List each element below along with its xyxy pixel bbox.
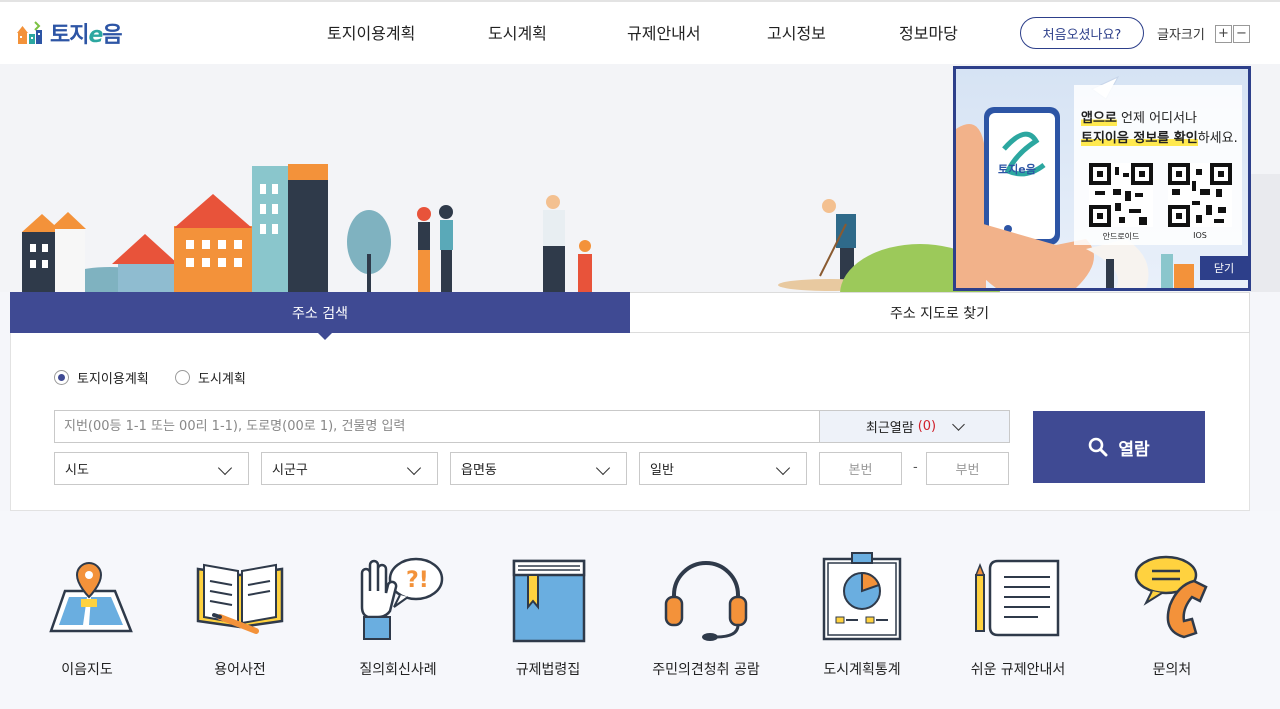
address-search-input[interactable] <box>54 410 820 443</box>
popup-message-line1: 앱으로 언제 어디서나 <box>1081 111 1197 126</box>
recent-views-dropdown[interactable]: 최근열람 (0) <box>819 410 1010 443</box>
open-button-label: 열람 <box>1118 439 1150 460</box>
site-logo[interactable]: 토지e음 <box>16 18 123 48</box>
shortcut-label: 주민의견청취 공람 <box>652 662 760 678</box>
logo-wordmark: 토지e음 <box>50 23 123 48</box>
lot-number-separator: - <box>913 460 918 475</box>
phone-chat-icon <box>1134 555 1208 639</box>
radio-land-use-plan[interactable]: 토지이용계획 <box>54 368 149 387</box>
scroll-pencil-icon <box>974 559 1060 637</box>
select-eupmyeondong[interactable]: 읍면동 <box>450 452 627 485</box>
radio-urban-plan[interactable]: 도시계획 <box>175 368 246 387</box>
shortcut-label: 규제법령집 <box>515 662 581 678</box>
chevron-down-icon <box>217 460 233 476</box>
pie-chart-board-icon <box>822 552 902 641</box>
app-promo-popup: 토지e음 앱으로 언제 어디서나 토지이음 정보를 확인하세요. 안드로이드 I… <box>953 66 1251 291</box>
qr-code-android-icon <box>1089 163 1153 227</box>
law-book-icon <box>512 559 586 643</box>
svg-text:?!: ?! <box>406 568 429 593</box>
raised-hand-question-icon: ?! <box>360 557 444 640</box>
search-icon <box>1089 437 1108 457</box>
open-search-button[interactable]: 열람 <box>1033 411 1205 483</box>
chevron-down-icon <box>406 460 422 476</box>
shortcut-label: 이음지도 <box>61 662 113 678</box>
chevron-down-icon <box>595 460 611 476</box>
radio-checked-icon <box>54 370 69 385</box>
popup-message-line2: 토지이음 정보를 확인하세요. <box>1081 131 1238 146</box>
headset-icon <box>664 561 748 641</box>
main-lot-number-input[interactable]: 본번 <box>819 452 902 485</box>
font-increase-button[interactable]: + <box>1215 25 1232 43</box>
shortcut-menu: 이음지도 용어사전 ?! 질의회신사례 규제법령집 주민의견청취 공람 도시계획… <box>0 511 1280 709</box>
nav-regulation-guide[interactable]: 규제안내서 <box>627 20 701 44</box>
shortcut-label: 쉬운 규제안내서 <box>970 662 1066 678</box>
shortcut-eum-map[interactable]: 이음지도 <box>12 551 162 678</box>
radio-label: 도시계획 <box>198 372 246 387</box>
shortcut-label: 문의처 <box>1152 662 1192 678</box>
shortcut-label: 질의회신사례 <box>359 662 437 678</box>
shortcut-regulation-laws[interactable]: 규제법령집 <box>473 551 623 678</box>
nav-notice-info[interactable]: 고시정보 <box>767 20 826 44</box>
select-sido[interactable]: 시도 <box>54 452 249 485</box>
site-header: 토지e음 토지이용계획 도시계획 규제안내서 고시정보 정보마당 처음오셨나요?… <box>0 0 1280 64</box>
select-value: 시도 <box>65 463 89 478</box>
qr-ios-label: IOS <box>1193 231 1207 240</box>
nav-info-plaza[interactable]: 정보마당 <box>899 20 958 44</box>
radio-label: 토지이용계획 <box>77 372 149 387</box>
select-value: 일반 <box>650 463 674 478</box>
qr-code-ios-icon <box>1168 163 1232 227</box>
select-value: 읍면동 <box>461 463 497 478</box>
shortcut-qna-cases[interactable]: ?! 질의회신사례 <box>323 551 473 678</box>
shortcut-contact[interactable]: 문의처 <box>1097 551 1247 678</box>
phone-logo: 토지e음 <box>998 163 1036 176</box>
nav-urban-plan[interactable]: 도시계획 <box>488 20 547 44</box>
shortcut-label: 도시계획통계 <box>823 662 901 678</box>
active-tab-indicator <box>318 333 332 340</box>
open-book-icon <box>196 563 284 634</box>
font-size-label: 글자크기 <box>1157 28 1205 43</box>
shortcut-label: 용어사전 <box>214 662 266 678</box>
chevron-down-icon <box>952 417 965 431</box>
tab-address-map[interactable]: 주소 지도로 찾기 <box>630 292 1250 333</box>
chevron-down-icon <box>775 460 791 476</box>
select-value: 시군구 <box>272 463 308 478</box>
sub-lot-number-input[interactable]: 부번 <box>926 452 1009 485</box>
shortcut-glossary[interactable]: 용어사전 <box>165 551 315 678</box>
radio-unchecked-icon <box>175 370 190 385</box>
nav-land-use-plan[interactable]: 토지이용계획 <box>327 20 415 44</box>
recent-views-count: (0) <box>917 419 937 434</box>
first-visit-button[interactable]: 처음오셨나요? <box>1020 17 1144 49</box>
popup-close-button[interactable]: 닫기 <box>1200 256 1248 280</box>
select-sigungu[interactable]: 시군구 <box>261 452 438 485</box>
tab-address-search[interactable]: 주소 검색 <box>10 292 630 333</box>
shortcut-urban-plan-stats[interactable]: 도시계획통계 <box>787 551 937 678</box>
font-decrease-button[interactable]: − <box>1233 25 1250 43</box>
shortcut-easy-regulation-guide[interactable]: 쉬운 규제안내서 <box>943 551 1093 678</box>
qr-android-label: 안드로이드 <box>1102 232 1140 241</box>
logo-houses-icon <box>17 21 42 44</box>
shortcut-public-hearing[interactable]: 주민의견청취 공람 <box>631 551 781 678</box>
select-land-type[interactable]: 일반 <box>639 452 807 485</box>
recent-views-label: 최근열람 <box>865 421 914 436</box>
map-pin-icon <box>49 561 133 633</box>
